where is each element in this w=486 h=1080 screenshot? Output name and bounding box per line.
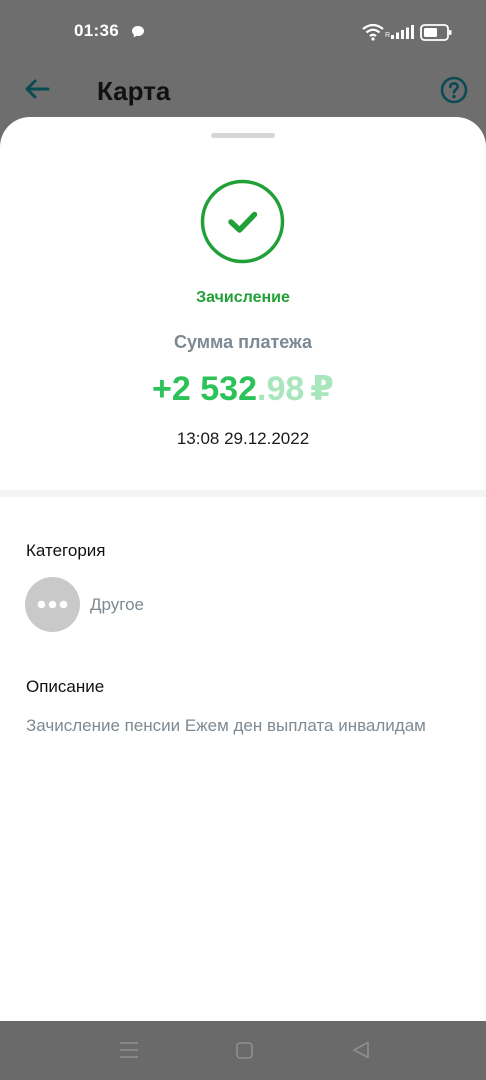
amount-main: +2 532 [152, 370, 257, 408]
section-divider [0, 490, 486, 497]
more-dots-icon [37, 600, 68, 609]
description-text: Зачисление пенсии Ежем ден выплата инвал… [26, 716, 426, 735]
menu-icon[interactable] [119, 1041, 139, 1059]
home-icon[interactable] [236, 1042, 253, 1059]
app-header: Карта [0, 64, 486, 120]
status-bar: 01:36 R [0, 0, 486, 64]
battery-icon [420, 24, 452, 41]
amount: +2 532.98 ₽ [0, 369, 486, 409]
transaction-details-sheet: Зачисление Сумма платежа +2 532.98 ₽ 13:0… [0, 117, 486, 1021]
check-circle-icon [200, 179, 285, 264]
back-arrow-icon[interactable] [22, 74, 52, 104]
message-icon [132, 26, 144, 38]
currency-symbol: ₽ [310, 370, 334, 408]
drag-handle[interactable] [211, 133, 275, 138]
transaction-datetime: 13:08 29.12.2022 [176, 429, 310, 448]
category-avatar [25, 577, 80, 632]
roaming-label: R [385, 32, 391, 39]
category-title: Категория [26, 541, 106, 560]
back-icon[interactable] [352, 1041, 370, 1059]
transaction-type: Зачисление [196, 289, 290, 306]
page-title: Карта [97, 76, 171, 106]
amount-fraction: .98 [257, 370, 305, 408]
system-nav-bar [0, 1021, 486, 1080]
wifi-icon [362, 23, 384, 41]
help-icon[interactable] [440, 76, 468, 104]
description-title: Описание [26, 677, 105, 696]
category-value: Другое [90, 595, 145, 614]
status-time: 01:36 [74, 21, 119, 40]
amount-label: Сумма платежа [173, 332, 313, 352]
signal-icon [391, 25, 414, 39]
